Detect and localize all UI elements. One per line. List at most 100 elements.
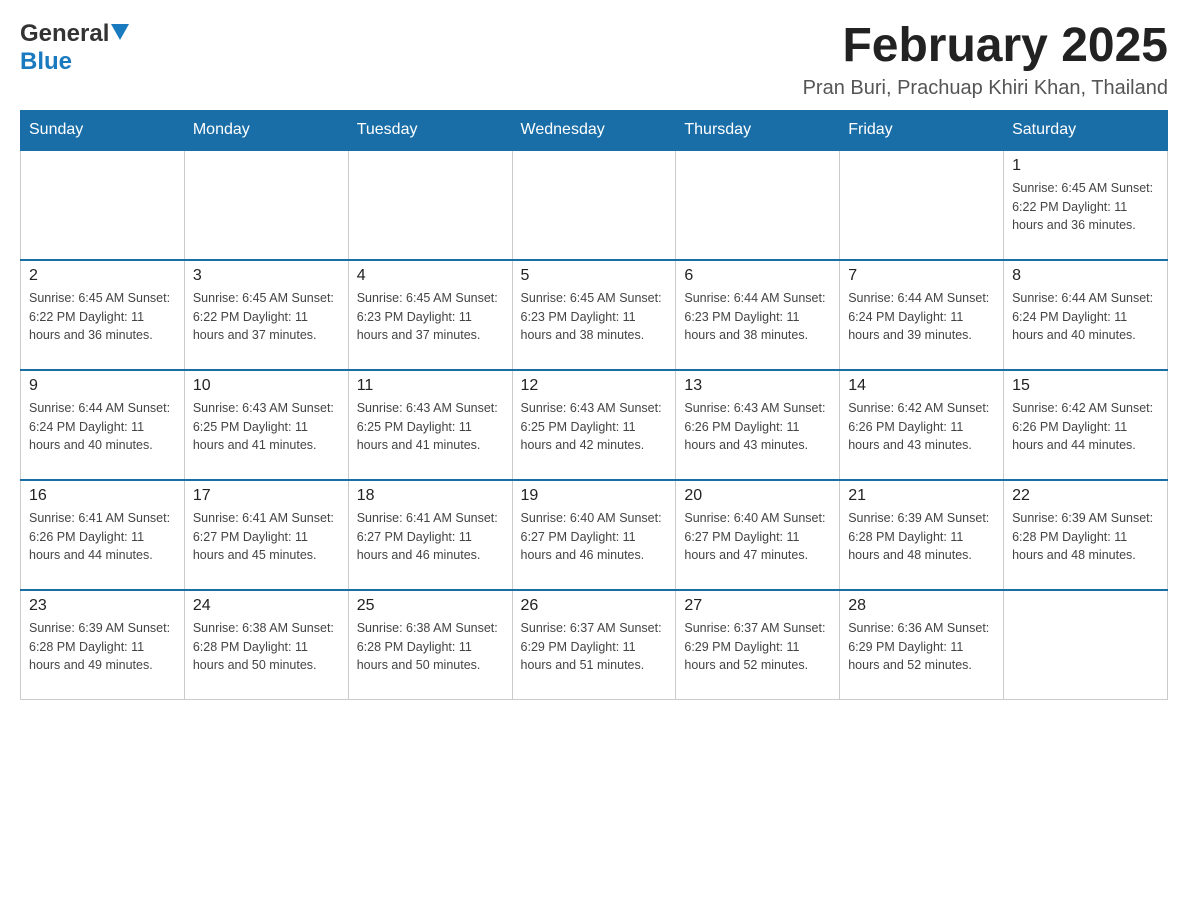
day-cell: 19Sunrise: 6:40 AM Sunset: 6:27 PM Dayli… bbox=[512, 480, 676, 590]
day-info: Sunrise: 6:39 AM Sunset: 6:28 PM Dayligh… bbox=[1012, 509, 1159, 565]
day-number: 26 bbox=[521, 597, 668, 615]
day-number: 11 bbox=[357, 377, 504, 395]
day-cell: 11 Sunrise: 6:43 AM Sunset: 6:25 PM Dayli… bbox=[348, 370, 512, 480]
day-info: Sunrise: 6:40 AM Sunset: 6:27 PM Dayligh… bbox=[684, 509, 831, 565]
day-cell: 9Sunrise: 6:44 AM Sunset: 6:24 PM Daylig… bbox=[21, 370, 185, 480]
week-row-4: 16Sunrise: 6:41 AM Sunset: 6:26 PM Dayli… bbox=[21, 480, 1168, 590]
day-cell bbox=[840, 150, 1004, 260]
logo-blue: Blue bbox=[20, 48, 72, 75]
day-info: Sunrise: 6:44 AM Sunset: 6:24 PM Dayligh… bbox=[1012, 289, 1159, 345]
day-info: Sunrise: 6:38 AM Sunset: 6:28 PM Dayligh… bbox=[193, 619, 340, 675]
day-header-sunday: Sunday bbox=[21, 110, 185, 150]
location-title: Pran Buri, Prachuap Khiri Khan, Thailand bbox=[803, 77, 1168, 100]
day-info: Sunrise: 6:43 AM Sunset: 6:25 PM Dayligh… bbox=[193, 399, 340, 455]
day-cell bbox=[184, 150, 348, 260]
week-row-2: 2Sunrise: 6:45 AM Sunset: 6:22 PM Daylig… bbox=[21, 260, 1168, 370]
week-row-3: 9Sunrise: 6:44 AM Sunset: 6:24 PM Daylig… bbox=[21, 370, 1168, 480]
day-info: Sunrise: 6:45 AM Sunset: 6:22 PM Dayligh… bbox=[193, 289, 340, 345]
day-cell: 16Sunrise: 6:41 AM Sunset: 6:26 PM Dayli… bbox=[21, 480, 185, 590]
day-number: 5 bbox=[521, 267, 668, 285]
day-number: 3 bbox=[193, 267, 340, 285]
day-info: Sunrise: 6:45 AM Sunset: 6:22 PM Dayligh… bbox=[29, 289, 176, 345]
day-info: Sunrise: 6:42 AM Sunset: 6:26 PM Dayligh… bbox=[848, 399, 995, 455]
day-cell: 6 Sunrise: 6:44 AM Sunset: 6:23 PM Daylig… bbox=[676, 260, 840, 370]
day-cell: 4 Sunrise: 6:45 AM Sunset: 6:23 PM Daylig… bbox=[348, 260, 512, 370]
day-cell: 17 Sunrise: 6:41 AM Sunset: 6:27 PM Dayli… bbox=[184, 480, 348, 590]
day-cell: 2Sunrise: 6:45 AM Sunset: 6:22 PM Daylig… bbox=[21, 260, 185, 370]
day-number: 18 bbox=[357, 487, 504, 505]
day-info: Sunrise: 6:44 AM Sunset: 6:23 PM Dayligh… bbox=[684, 289, 831, 345]
day-cell: 18 Sunrise: 6:41 AM Sunset: 6:27 PM Dayli… bbox=[348, 480, 512, 590]
title-section: February 2025 Pran Buri, Prachuap Khiri … bbox=[803, 20, 1168, 100]
day-header-saturday: Saturday bbox=[1004, 110, 1168, 150]
day-header-friday: Friday bbox=[840, 110, 1004, 150]
day-header-thursday: Thursday bbox=[676, 110, 840, 150]
day-number: 6 bbox=[684, 267, 831, 285]
day-info: Sunrise: 6:43 AM Sunset: 6:25 PM Dayligh… bbox=[357, 399, 504, 455]
day-cell: 25 Sunrise: 6:38 AM Sunset: 6:28 PM Dayli… bbox=[348, 590, 512, 700]
day-header-wednesday: Wednesday bbox=[512, 110, 676, 150]
day-cell bbox=[512, 150, 676, 260]
month-title: February 2025 bbox=[803, 20, 1168, 73]
day-info: Sunrise: 6:37 AM Sunset: 6:29 PM Dayligh… bbox=[684, 619, 831, 675]
day-cell: 27 Sunrise: 6:37 AM Sunset: 6:29 PM Dayli… bbox=[676, 590, 840, 700]
day-info: Sunrise: 6:39 AM Sunset: 6:28 PM Dayligh… bbox=[848, 509, 995, 565]
day-cell: 1 Sunrise: 6:45 AM Sunset: 6:22 PM Daylig… bbox=[1004, 150, 1168, 260]
day-cell: 20Sunrise: 6:40 AM Sunset: 6:27 PM Dayli… bbox=[676, 480, 840, 590]
day-number: 25 bbox=[357, 597, 504, 615]
logo: General Blue bbox=[20, 20, 129, 76]
day-cell: 13 Sunrise: 6:43 AM Sunset: 6:26 PM Dayli… bbox=[676, 370, 840, 480]
day-info: Sunrise: 6:41 AM Sunset: 6:27 PM Dayligh… bbox=[193, 509, 340, 565]
calendar-table: SundayMondayTuesdayWednesdayThursdayFrid… bbox=[20, 110, 1168, 701]
day-cell: 3 Sunrise: 6:45 AM Sunset: 6:22 PM Daylig… bbox=[184, 260, 348, 370]
day-cell: 12 Sunrise: 6:43 AM Sunset: 6:25 PM Dayli… bbox=[512, 370, 676, 480]
day-number: 23 bbox=[29, 597, 176, 615]
day-info: Sunrise: 6:37 AM Sunset: 6:29 PM Dayligh… bbox=[521, 619, 668, 675]
day-number: 21 bbox=[848, 487, 995, 505]
day-info: Sunrise: 6:42 AM Sunset: 6:26 PM Dayligh… bbox=[1012, 399, 1159, 455]
day-number: 14 bbox=[848, 377, 995, 395]
day-number: 7 bbox=[848, 267, 995, 285]
day-number: 27 bbox=[684, 597, 831, 615]
day-number: 13 bbox=[684, 377, 831, 395]
day-number: 28 bbox=[848, 597, 995, 615]
day-cell: 28 Sunrise: 6:36 AM Sunset: 6:29 PM Dayli… bbox=[840, 590, 1004, 700]
day-cell: 7 Sunrise: 6:44 AM Sunset: 6:24 PM Daylig… bbox=[840, 260, 1004, 370]
day-cell: 22Sunrise: 6:39 AM Sunset: 6:28 PM Dayli… bbox=[1004, 480, 1168, 590]
day-number: 17 bbox=[193, 487, 340, 505]
logo-arrow-icon bbox=[111, 24, 129, 40]
week-row-1: 1 Sunrise: 6:45 AM Sunset: 6:22 PM Daylig… bbox=[21, 150, 1168, 260]
day-cell bbox=[348, 150, 512, 260]
day-info: Sunrise: 6:38 AM Sunset: 6:28 PM Dayligh… bbox=[357, 619, 504, 675]
days-of-week-row: SundayMondayTuesdayWednesdayThursdayFrid… bbox=[21, 110, 1168, 150]
day-cell bbox=[1004, 590, 1168, 700]
day-cell: 15 Sunrise: 6:42 AM Sunset: 6:26 PM Dayli… bbox=[1004, 370, 1168, 480]
day-cell: 24 Sunrise: 6:38 AM Sunset: 6:28 PM Dayli… bbox=[184, 590, 348, 700]
day-info: Sunrise: 6:45 AM Sunset: 6:22 PM Dayligh… bbox=[1012, 179, 1159, 235]
day-number: 12 bbox=[521, 377, 668, 395]
week-row-5: 23 Sunrise: 6:39 AM Sunset: 6:28 PM Dayli… bbox=[21, 590, 1168, 700]
day-info: Sunrise: 6:43 AM Sunset: 6:26 PM Dayligh… bbox=[684, 399, 831, 455]
day-number: 10 bbox=[193, 377, 340, 395]
day-info: Sunrise: 6:36 AM Sunset: 6:29 PM Dayligh… bbox=[848, 619, 995, 675]
day-number: 15 bbox=[1012, 377, 1159, 395]
day-cell: 21 Sunrise: 6:39 AM Sunset: 6:28 PM Dayli… bbox=[840, 480, 1004, 590]
day-number: 16 bbox=[29, 487, 176, 505]
day-cell: 23 Sunrise: 6:39 AM Sunset: 6:28 PM Dayli… bbox=[21, 590, 185, 700]
day-number: 24 bbox=[193, 597, 340, 615]
day-info: Sunrise: 6:44 AM Sunset: 6:24 PM Dayligh… bbox=[848, 289, 995, 345]
day-number: 1 bbox=[1012, 157, 1159, 175]
day-cell: 14 Sunrise: 6:42 AM Sunset: 6:26 PM Dayli… bbox=[840, 370, 1004, 480]
day-header-monday: Monday bbox=[184, 110, 348, 150]
day-number: 4 bbox=[357, 267, 504, 285]
page-header: General Blue February 2025 Pran Buri, Pr… bbox=[20, 20, 1168, 100]
day-cell: 8Sunrise: 6:44 AM Sunset: 6:24 PM Daylig… bbox=[1004, 260, 1168, 370]
day-info: Sunrise: 6:41 AM Sunset: 6:27 PM Dayligh… bbox=[357, 509, 504, 565]
day-info: Sunrise: 6:43 AM Sunset: 6:25 PM Dayligh… bbox=[521, 399, 668, 455]
day-info: Sunrise: 6:44 AM Sunset: 6:24 PM Dayligh… bbox=[29, 399, 176, 455]
day-info: Sunrise: 6:39 AM Sunset: 6:28 PM Dayligh… bbox=[29, 619, 176, 675]
logo-general: General bbox=[20, 20, 109, 48]
day-info: Sunrise: 6:45 AM Sunset: 6:23 PM Dayligh… bbox=[357, 289, 504, 345]
day-info: Sunrise: 6:45 AM Sunset: 6:23 PM Dayligh… bbox=[521, 289, 668, 345]
day-number: 19 bbox=[521, 487, 668, 505]
